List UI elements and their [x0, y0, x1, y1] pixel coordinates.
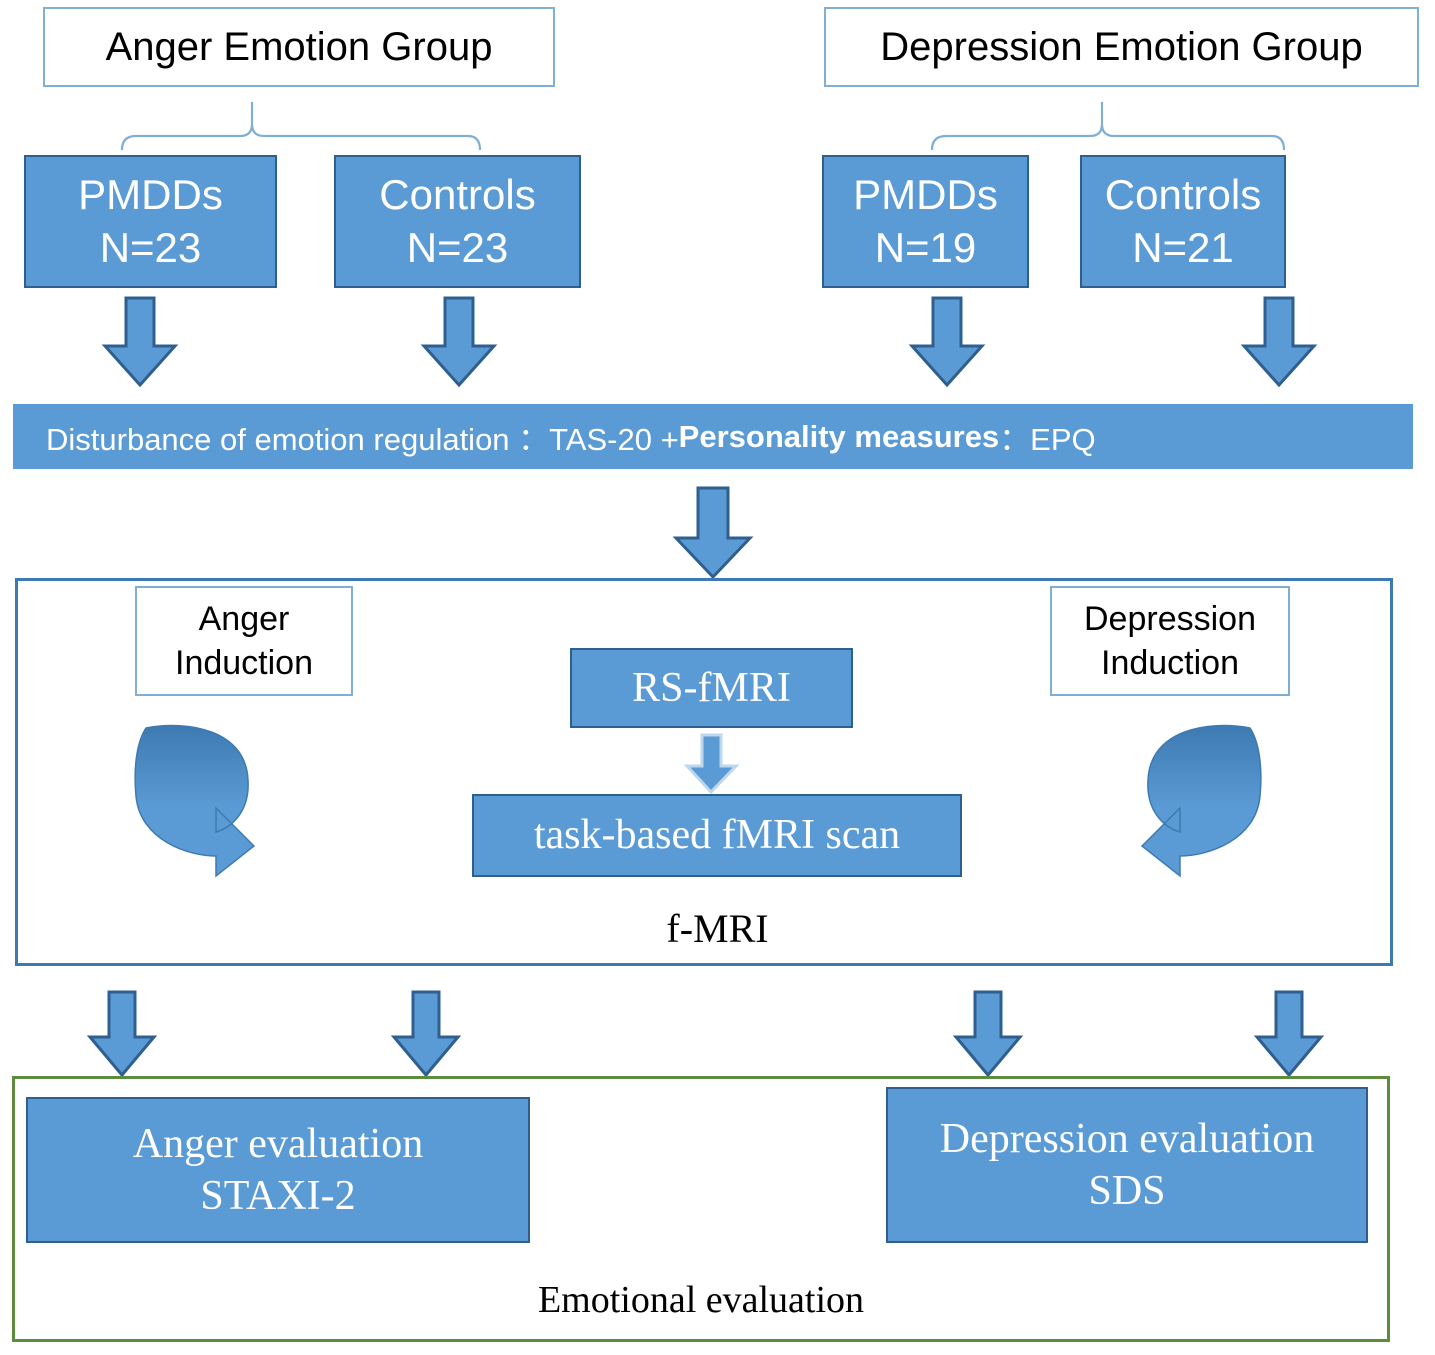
anger-pmdd-name: PMDDs — [78, 171, 223, 218]
anger-induction-box: Anger Induction — [135, 586, 353, 696]
anger-evaluation-line1: Anger evaluation — [132, 1120, 424, 1167]
anger-induction-line1: Anger — [198, 599, 290, 638]
anger-group-brace-icon — [120, 102, 482, 151]
arrow-measures-to-fmri-icon — [672, 486, 754, 580]
depression-pmdd-name: PMDDs — [853, 171, 998, 218]
depression-evaluation-line1: Depression evaluation — [939, 1115, 1315, 1162]
emotional-evaluation-caption: Emotional evaluation — [537, 1279, 865, 1321]
arrow-depression-control-to-measures-icon — [1240, 296, 1318, 388]
depression-induction-line2: Induction — [1101, 644, 1239, 682]
fmri-caption: f-MRI — [666, 906, 769, 951]
arrow-fmri-to-depression-eval-2-icon — [1253, 990, 1325, 1078]
anger-pmdd-n: N=23 — [99, 223, 202, 271]
task-based-fmri-label: task-based fMRI scan — [533, 812, 901, 859]
arrow-anger-control-to-measures-icon — [420, 296, 498, 388]
flowchart-canvas: Anger Emotion Group Depression Emotion G… — [0, 0, 1435, 1355]
depression-induction-box: Depression Induction — [1050, 586, 1290, 696]
measures-banner-part2: ：EPQ — [999, 422, 1096, 457]
depression-group-brace-icon — [930, 102, 1286, 151]
measures-banner: Disturbance of emotion regulation ：TAS-2… — [13, 404, 1413, 469]
arrow-rsfmri-to-task-icon — [683, 733, 740, 795]
depression-control-box: Controls N=21 — [1080, 155, 1286, 288]
depression-pmdd-box: PMDDs N=19 — [822, 155, 1029, 288]
depression-emotion-group-label: Depression Emotion Group — [880, 24, 1363, 69]
task-based-fmri-box: task-based fMRI scan — [472, 794, 962, 877]
depression-control-n: N=21 — [1132, 223, 1234, 271]
arrow-fmri-to-depression-eval-1-icon — [952, 990, 1024, 1078]
arrow-anger-pmdd-to-measures-icon — [101, 296, 179, 388]
depression-pmdd-n: N=19 — [874, 223, 977, 271]
measures-banner-part1: Disturbance of emotion regulation ：TAS-2… — [46, 422, 679, 457]
anger-pmdd-box: PMDDs N=23 — [24, 155, 277, 288]
anger-induction-line2: Induction — [175, 644, 313, 682]
anger-control-box: Controls N=23 — [334, 155, 581, 288]
measures-banner-bold: Personality measures — [678, 418, 1000, 454]
anger-emotion-group-title-box: Anger Emotion Group — [43, 7, 555, 87]
depression-evaluation-box: Depression evaluation SDS — [886, 1087, 1368, 1243]
anger-control-name: Controls — [379, 171, 536, 218]
anger-evaluation-box: Anger evaluation STAXI-2 — [26, 1097, 530, 1243]
anger-control-n: N=23 — [406, 223, 509, 271]
anger-evaluation-line2: STAXI-2 — [200, 1173, 356, 1219]
rs-fmri-box: RS-fMRI — [570, 648, 853, 728]
arrow-fmri-to-anger-eval-1-icon — [86, 990, 158, 1078]
rs-fmri-label: RS-fMRI — [632, 664, 791, 711]
depression-control-name: Controls — [1104, 171, 1262, 218]
depression-evaluation-line2: SDS — [1088, 1168, 1166, 1214]
anger-emotion-group-label: Anger Emotion Group — [105, 24, 493, 69]
depression-induction-curved-arrow-icon — [1140, 724, 1262, 878]
depression-emotion-group-title-box: Depression Emotion Group — [824, 7, 1419, 87]
arrow-fmri-to-anger-eval-2-icon — [390, 990, 462, 1078]
anger-induction-curved-arrow-icon — [134, 724, 256, 878]
arrow-depression-pmdd-to-measures-icon — [908, 296, 986, 388]
depression-induction-line1: Depression — [1084, 599, 1256, 638]
